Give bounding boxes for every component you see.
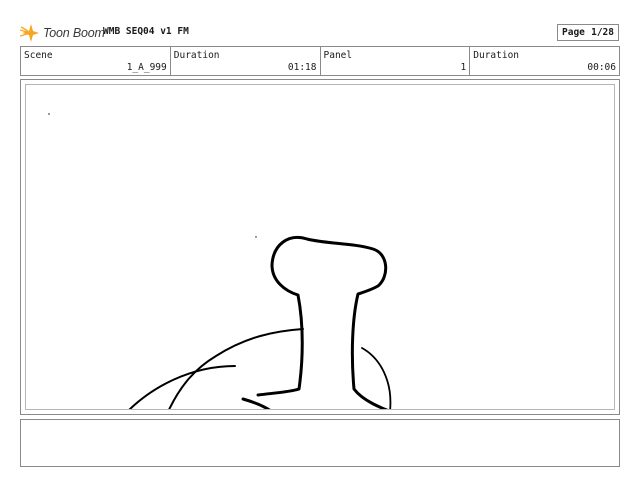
notes-box [20,419,620,467]
scene-duration-value: 01:18 [287,62,317,73]
sketch-dot [255,236,257,238]
scene-cell: Scene 1_A_999 [21,47,171,75]
sketch-arc-outer [128,365,236,409]
brand-name: Toon Boom [43,26,105,40]
toon-boom-star-icon [20,24,39,42]
panel-value: 1 [460,62,467,73]
project-title: WMB SEQ04 v1 FM [103,26,189,37]
scene-duration-cell: Duration 01:18 [171,47,321,75]
sketch-body-curve [168,328,304,409]
sketch-drawing [48,113,392,409]
panel-duration-cell: Duration 00:06 [470,47,619,75]
sketch-leg-left [241,397,271,409]
scene-info-bar: Scene 1_A_999 Duration 01:18 Panel 1 Dur… [20,46,620,76]
panel-cell: Panel 1 [321,47,471,75]
scene-duration-label: Duration [173,50,220,61]
storyboard-panel [20,79,620,415]
page-indicator: Page 1/28 [557,24,619,41]
toon-boom-logo: Toon Boom [20,22,105,44]
panel-duration-value: 00:06 [587,62,616,73]
scene-label: Scene [24,50,53,61]
sketch-dot [48,113,50,115]
panel-label: Panel [323,50,353,61]
panel-canvas [25,84,615,410]
page-label: Page [562,27,585,38]
scene-value: 1_A_999 [126,62,167,73]
page-number: 1/28 [591,27,614,38]
sketch-neck-head [256,236,389,409]
panel-duration-label: Duration [473,50,520,61]
